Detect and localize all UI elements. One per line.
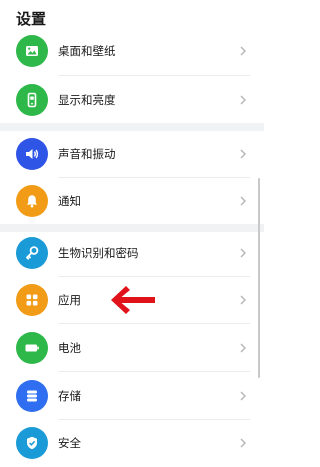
settings-item-label: 声音和振动	[58, 147, 116, 161]
chevron-right-icon	[240, 248, 246, 258]
settings-item-battery[interactable]: 电池	[0, 324, 264, 372]
settings-item-label: 电池	[58, 341, 81, 355]
settings-item-label: 显示和亮度	[58, 93, 116, 107]
settings-item-label: 生物识别和密码	[58, 246, 139, 260]
settings-item-biometrics[interactable]: 生物识别和密码	[0, 229, 264, 277]
chevron-right-icon	[240, 149, 246, 159]
settings-item-label: 桌面和壁纸	[58, 44, 116, 58]
chevron-right-icon	[240, 391, 246, 401]
red-arrow-icon	[111, 286, 155, 314]
settings-item-wallpaper[interactable]: 桌面和壁纸	[0, 27, 264, 75]
settings-item-storage[interactable]: 存储	[0, 372, 264, 420]
settings-item-display[interactable]: 显示和亮度	[0, 76, 264, 124]
chevron-right-icon	[240, 295, 246, 305]
chevron-right-icon	[240, 438, 246, 448]
settings-item-label: 安全	[58, 436, 81, 450]
shield-icon	[16, 427, 48, 459]
storage-icon	[16, 380, 48, 412]
settings-item-label: 通知	[58, 194, 81, 208]
settings-item-sound[interactable]: 声音和振动	[0, 130, 264, 178]
settings-item-label: 存储	[58, 389, 81, 403]
settings-item-label: 应用	[58, 293, 81, 307]
key-icon	[16, 237, 48, 269]
settings-item-notifications[interactable]: 通知	[0, 177, 264, 225]
phone-brightness-icon	[16, 84, 48, 116]
wallpaper-icon	[16, 35, 48, 67]
chevron-right-icon	[240, 46, 246, 56]
apps-grid-icon	[16, 284, 48, 316]
scrollbar[interactable]	[258, 178, 260, 378]
chevron-right-icon	[240, 343, 246, 353]
speaker-icon	[16, 138, 48, 170]
settings-item-security[interactable]: 安全	[0, 419, 264, 467]
chevron-right-icon	[240, 95, 246, 105]
bell-icon	[16, 185, 48, 217]
chevron-right-icon	[240, 196, 246, 206]
battery-icon	[16, 332, 48, 364]
